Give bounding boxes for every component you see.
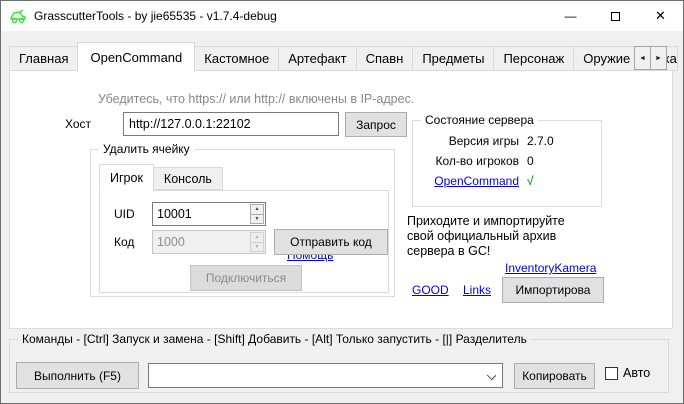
command-combobox[interactable] bbox=[148, 363, 503, 388]
close-button[interactable]: ✕ bbox=[638, 1, 683, 31]
code-spin-buttons: ▲ ▼ bbox=[249, 231, 265, 253]
server-version-row: Версия игры 2.7.0 bbox=[413, 134, 603, 149]
good-link[interactable]: GOOD bbox=[412, 283, 449, 297]
maximize-icon bbox=[611, 12, 620, 21]
tab-opencommand[interactable]: OpenCommand bbox=[77, 42, 195, 72]
uid-input[interactable] bbox=[153, 203, 249, 225]
tab-character[interactable]: Персонаж bbox=[493, 46, 574, 71]
import-hint-line: Приходите и импортируйте bbox=[407, 214, 565, 229]
request-button[interactable]: Запрос bbox=[345, 112, 407, 137]
spin-up-icon: ▲ bbox=[255, 206, 260, 212]
server-status-group-title: Состояние сервера bbox=[421, 113, 538, 127]
tab-items[interactable]: Предметы bbox=[412, 46, 494, 71]
game-version-value: 2.7.0 bbox=[527, 134, 554, 148]
minimize-icon: — bbox=[565, 9, 577, 23]
host-input[interactable] bbox=[123, 112, 339, 136]
title-bar: GrasscutterTools - by jie65535 - v1.7.4-… bbox=[1, 1, 683, 31]
window-title: GrasscutterTools - by jie65535 - v1.7.4-… bbox=[34, 9, 277, 23]
opencommand-page: Убедитесь, что https:// или http:// вклю… bbox=[9, 70, 673, 329]
player-count-value: 0 bbox=[527, 154, 534, 168]
tab-scroll-right-button[interactable]: ► bbox=[650, 46, 667, 70]
arrow-left-icon: ◄ bbox=[639, 55, 646, 62]
connect-button[interactable]: Подключиться bbox=[190, 265, 302, 291]
tab-artifact[interactable]: Артефакт bbox=[278, 46, 356, 71]
auto-checkbox-wrap: Авто bbox=[605, 366, 650, 380]
caption-buttons: — ✕ bbox=[548, 1, 683, 31]
import-hint-text: Приходите и импортируйте свой официальны… bbox=[407, 214, 565, 259]
code-spinner: ▲ ▼ bbox=[152, 230, 266, 254]
tab-spawn[interactable]: Спавн bbox=[356, 46, 414, 71]
tab-main[interactable]: Главная bbox=[9, 46, 78, 71]
send-code-button[interactable]: Отправить код bbox=[274, 229, 388, 255]
uid-spin-buttons: ▲ ▼ bbox=[249, 203, 265, 225]
player-count-label: Кол-во игроков bbox=[417, 154, 519, 168]
spin-up-icon: ▲ bbox=[255, 234, 260, 240]
remove-cell-group-title: Удалить ячейку bbox=[99, 142, 194, 156]
import-hint-line: свой официальный архив bbox=[407, 229, 565, 244]
maximize-button[interactable] bbox=[593, 1, 638, 31]
host-label: Хост bbox=[65, 117, 91, 131]
minimize-button[interactable]: — bbox=[548, 1, 593, 31]
links-link[interactable]: Links bbox=[463, 283, 491, 297]
remove-cell-tab-strip: Игрок Консоль bbox=[99, 164, 222, 190]
chevron-down-icon bbox=[487, 371, 496, 380]
copy-button[interactable]: Копировать bbox=[514, 363, 595, 389]
spin-down-icon: ▼ bbox=[255, 244, 260, 250]
opencommand-ok-icon: √ bbox=[527, 174, 534, 188]
spin-down-button[interactable]: ▼ bbox=[250, 214, 264, 225]
spin-down-icon: ▼ bbox=[255, 216, 260, 222]
arrow-right-icon: ► bbox=[655, 55, 662, 62]
game-version-label: Версия игры bbox=[417, 134, 519, 148]
auto-checkbox[interactable] bbox=[605, 367, 618, 380]
remove-cell-group: Удалить ячейку Игрок Консоль UID ▲ ▼ Пом… bbox=[90, 149, 395, 297]
player-count-row: Кол-во игроков 0 bbox=[413, 154, 603, 169]
tab-scroll-buttons: ◄ ► bbox=[635, 46, 667, 70]
code-label: Код bbox=[114, 235, 134, 249]
commands-group-title: Команды - [Ctrl] Запуск и замена - [Shif… bbox=[18, 332, 531, 346]
opencommand-status-row: OpenCommand √ bbox=[413, 174, 603, 189]
https-hint-text: Убедитесь, что https:// или http:// вклю… bbox=[98, 92, 414, 106]
uid-label: UID bbox=[114, 207, 135, 221]
server-status-group: Состояние сервера Версия игры 2.7.0 Кол-… bbox=[412, 120, 602, 207]
import-hint-line: сервера в GC! bbox=[407, 244, 565, 259]
import-button[interactable]: Импортирова bbox=[502, 277, 604, 303]
tab-console[interactable]: Консоль bbox=[153, 167, 223, 190]
close-icon: ✕ bbox=[655, 8, 666, 24]
spin-down-button[interactable]: ▼ bbox=[250, 242, 264, 253]
opencommand-link[interactable]: OpenCommand bbox=[417, 174, 519, 188]
tab-player[interactable]: Игрок bbox=[99, 164, 154, 191]
run-command-button[interactable]: Выполнить (F5) bbox=[16, 362, 139, 389]
tab-weapon[interactable]: Оружие bbox=[573, 46, 640, 71]
auto-checkbox-label: Авто bbox=[623, 366, 650, 380]
player-tab-page: UID ▲ ▼ Помощь Код ▲ ▼ От bbox=[99, 190, 389, 293]
tab-custom[interactable]: Кастомное bbox=[194, 46, 279, 71]
app-window: GrasscutterTools - by jie65535 - v1.7.4-… bbox=[0, 0, 684, 404]
inventorykamera-link[interactable]: InventoryKamera bbox=[505, 261, 596, 275]
main-tab-strip: Главная OpenCommand Кастомное Артефакт С… bbox=[9, 41, 677, 71]
commands-group: Команды - [Ctrl] Запуск и замена - [Shif… bbox=[9, 339, 669, 393]
tab-scroll-left-button[interactable]: ◄ bbox=[634, 46, 651, 70]
code-input[interactable] bbox=[153, 231, 249, 253]
app-logo-icon bbox=[9, 9, 27, 24]
uid-spinner: ▲ ▼ bbox=[152, 202, 266, 226]
